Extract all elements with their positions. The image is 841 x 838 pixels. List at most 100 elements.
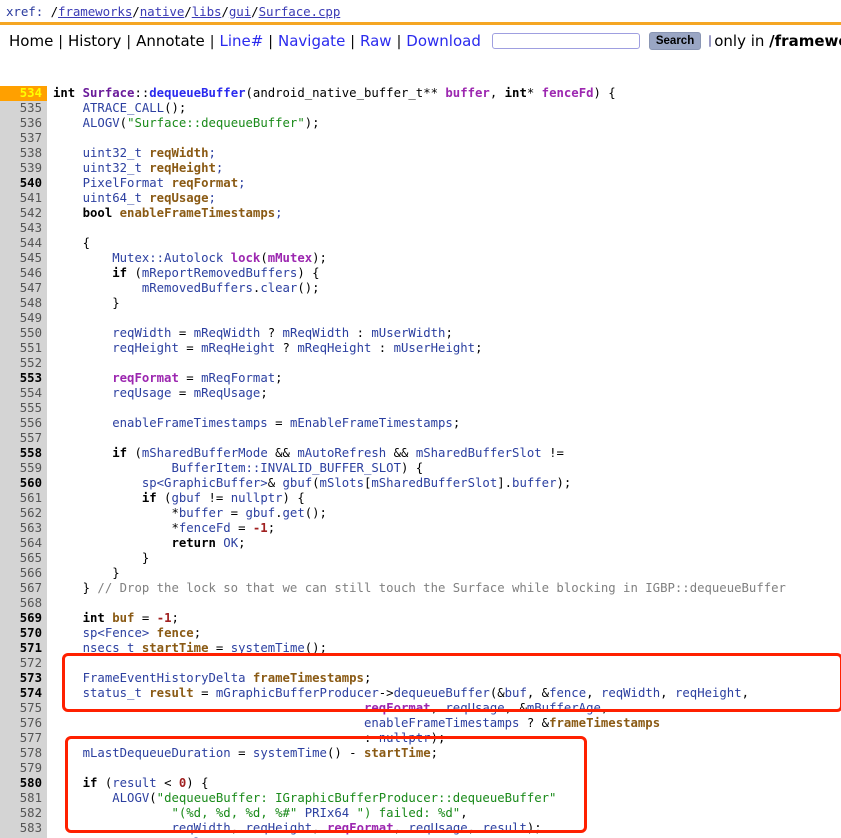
line-number[interactable]: 565	[0, 551, 47, 566]
code-token[interactable]: mReportRemovedBuffers	[142, 266, 297, 280]
code-token[interactable]: sp<GraphicBuffer>	[142, 476, 268, 490]
code-token[interactable]: get	[283, 506, 305, 520]
code-token[interactable]: Surface	[83, 86, 135, 100]
code-token[interactable]: mReqHeight	[201, 341, 275, 355]
line-number[interactable]: 564	[0, 536, 47, 551]
line-number[interactable]: 539	[0, 161, 47, 176]
code-token[interactable]: result	[112, 776, 156, 790]
line-number[interactable]: 579	[0, 761, 47, 776]
line-number[interactable]: 549	[0, 311, 47, 326]
code-token[interactable]: clear	[260, 281, 297, 295]
line-number[interactable]: 563	[0, 521, 47, 536]
code-token[interactable]: mSharedBufferSlot	[371, 476, 497, 490]
code-token[interactable]: mEnableFrameTimestamps	[290, 416, 453, 430]
line-number[interactable]: 581	[0, 791, 47, 806]
code-token[interactable]: mReqWidth	[283, 326, 350, 340]
line-number[interactable]: 545	[0, 251, 47, 266]
line-number[interactable]: 546	[0, 266, 47, 281]
code-token[interactable]: systemTime	[253, 746, 327, 760]
code-token[interactable]: reqUsage	[112, 386, 171, 400]
line-number[interactable]: 568	[0, 596, 47, 611]
line-number[interactable]: 582	[0, 806, 47, 821]
xref-path-segment[interactable]: libs	[192, 4, 222, 19]
code-token[interactable]: reqHeight	[246, 821, 313, 835]
line-number[interactable]: 535	[0, 101, 47, 116]
code-token[interactable]: uint64_t	[83, 191, 150, 205]
line-number[interactable]: 559	[0, 461, 47, 476]
line-number[interactable]: 555	[0, 401, 47, 416]
code-token[interactable]: reqUsage	[408, 821, 467, 835]
nav-item-home[interactable]: Home	[6, 32, 56, 50]
line-number[interactable]: 538	[0, 146, 47, 161]
line-number[interactable]: 577	[0, 731, 47, 746]
line-number[interactable]: 560	[0, 476, 47, 491]
code-token[interactable]: reqHeight	[675, 686, 742, 700]
code-token[interactable]: reqHeight	[112, 341, 179, 355]
line-number[interactable]: 552	[0, 356, 47, 371]
code-token[interactable]: reqWidth	[171, 821, 230, 835]
line-number[interactable]: 536	[0, 116, 47, 131]
line-number[interactable]: 561	[0, 491, 47, 506]
nav-item-raw[interactable]: Raw	[357, 32, 395, 50]
nav-item-download[interactable]: Download	[403, 32, 484, 50]
code-token[interactable]: mGraphicBufferProducer	[216, 686, 379, 700]
source-code-viewer[interactable]: 534 int Surface::dequeueBuffer(android_na…	[0, 56, 841, 838]
code-token[interactable]: mReqWidth	[194, 326, 261, 340]
code-token[interactable]: ;	[275, 206, 282, 220]
search-input[interactable]	[491, 32, 640, 49]
line-number[interactable]: 556	[0, 416, 47, 431]
line-number[interactable]: 537	[0, 131, 47, 146]
line-number[interactable]: 569	[0, 611, 47, 626]
code-token[interactable]: buffer	[179, 506, 223, 520]
nav-item-annotate[interactable]: Annotate	[133, 32, 208, 50]
code-token[interactable]: ;	[209, 191, 216, 205]
line-number[interactable]: 544	[0, 236, 47, 251]
code-token[interactable]: gbuf	[171, 491, 201, 505]
code-token[interactable]: result	[482, 821, 526, 835]
line-number[interactable]: 534	[0, 86, 47, 101]
code-token[interactable]: PixelFormat	[83, 176, 172, 190]
search-button[interactable]: Search	[648, 31, 702, 50]
code-token[interactable]: buf	[505, 686, 527, 700]
line-number[interactable]: 542	[0, 206, 47, 221]
code-token[interactable]: mBufferAge	[527, 701, 601, 715]
line-number[interactable]: 574	[0, 686, 47, 701]
xref-path-segment[interactable]: Surface.cpp	[259, 4, 341, 19]
line-number[interactable]: 571	[0, 641, 47, 656]
code-token[interactable]: PRIx64	[305, 806, 349, 820]
code-token[interactable]: mSharedBufferMode	[142, 446, 268, 460]
code-token[interactable]: enableFrameTimestamps	[112, 416, 267, 430]
code-token[interactable]: ;	[216, 161, 223, 175]
code-token[interactable]: ALOGV	[112, 791, 149, 805]
code-token[interactable]: mReqUsage	[194, 386, 261, 400]
code-token[interactable]: OK	[223, 536, 238, 550]
code-token[interactable]: ATRACE_CALL	[83, 101, 164, 115]
code-token[interactable]: ;	[209, 146, 216, 160]
code-token[interactable]: nullptr	[231, 491, 283, 505]
code-token[interactable]: nullptr	[379, 731, 431, 745]
code-token[interactable]: mAutoRefresh	[297, 446, 386, 460]
line-number[interactable]: 541	[0, 191, 47, 206]
code-token[interactable]: gbuf	[283, 476, 313, 490]
code-token[interactable]: mUserHeight	[394, 341, 475, 355]
line-number[interactable]: 543	[0, 221, 47, 236]
nav-item-history[interactable]: History	[65, 32, 124, 50]
line-number[interactable]: 575	[0, 701, 47, 716]
line-number[interactable]: 572	[0, 656, 47, 671]
line-number[interactable]: 573	[0, 671, 47, 686]
code-token[interactable]: mRemovedBuffers	[142, 281, 253, 295]
line-number[interactable]: 548	[0, 296, 47, 311]
code-token[interactable]: ALOGV	[83, 116, 120, 130]
line-number[interactable]: 566	[0, 566, 47, 581]
code-token[interactable]: uint32_t	[83, 146, 150, 160]
code-token[interactable]: FrameEventHistoryDelta	[83, 671, 253, 685]
line-number[interactable]: 570	[0, 626, 47, 641]
code-token[interactable]: systemTime	[231, 641, 305, 655]
code-token[interactable]: Mutex::Autolock	[112, 251, 230, 265]
code-token[interactable]: dequeueBuffer	[394, 686, 490, 700]
code-token[interactable]: BufferItem::INVALID_BUFFER_SLOT	[171, 461, 401, 475]
xref-path-segment[interactable]: frameworks	[58, 4, 132, 19]
code-token[interactable]: reqWidth	[112, 326, 171, 340]
line-number[interactable]: 551	[0, 341, 47, 356]
code-token[interactable]: nsecs_t	[83, 641, 142, 655]
